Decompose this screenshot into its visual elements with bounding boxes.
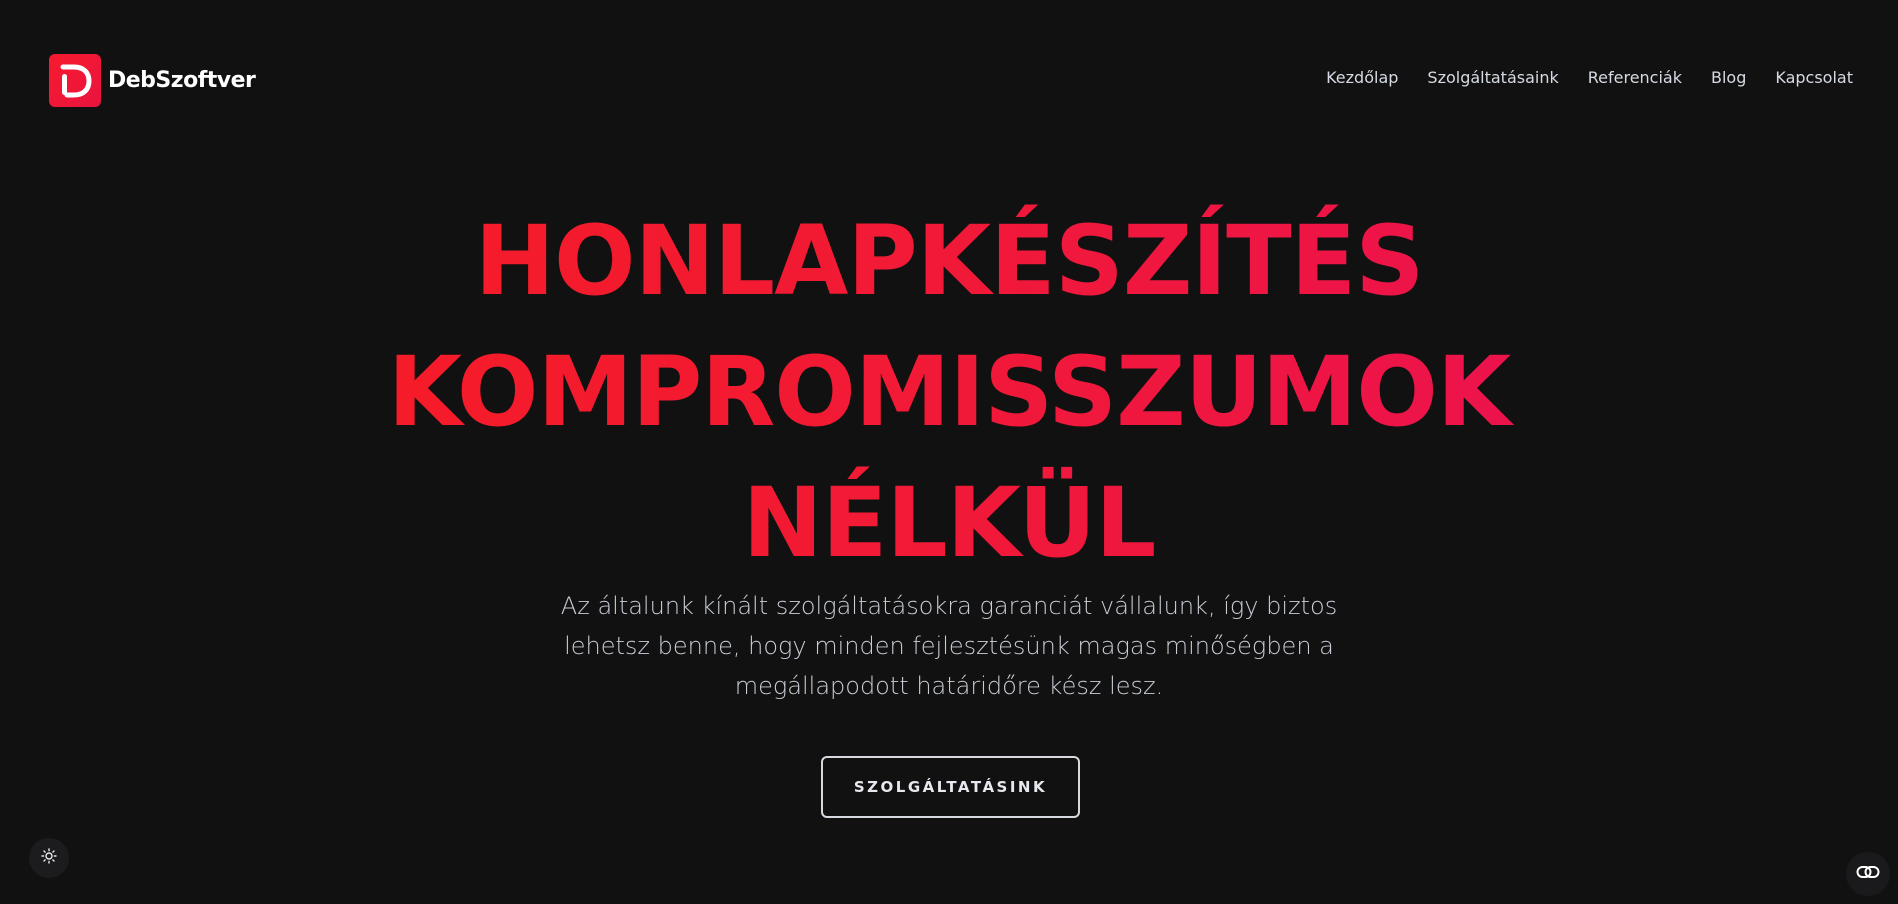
services-cta-button[interactable]: SZOLGÁLTATÁSINK	[821, 756, 1080, 818]
hero-title-line-2: KOMPROMISSZUMOK	[0, 327, 1898, 458]
sun-icon	[41, 847, 57, 869]
brand-name: DebSzoftver	[108, 68, 256, 93]
hero-title-line-1: HONLAPKÉSZÍTÉS	[0, 196, 1898, 327]
site-header: DebSzoftver Kezdőlap Szolgáltatásaink Re…	[0, 0, 1898, 160]
nav-item-referenciak[interactable]: Referenciák	[1588, 68, 1682, 87]
main-nav: Kezdőlap Szolgáltatásaink Referenciák Bl…	[1326, 68, 1853, 87]
theme-toggle-button[interactable]	[29, 838, 69, 878]
nav-item-kezdolap[interactable]: Kezdőlap	[1326, 68, 1398, 87]
site-logo[interactable]: DebSzoftver	[49, 54, 256, 107]
link-icon	[1856, 865, 1880, 884]
d-letter-logo-icon	[49, 54, 101, 107]
nav-item-szolgaltatasaink[interactable]: Szolgáltatásaink	[1427, 68, 1558, 87]
nav-item-kapcsolat[interactable]: Kapcsolat	[1775, 68, 1853, 87]
page: DebSzoftver Kezdőlap Szolgáltatásaink Re…	[0, 0, 1898, 904]
hero-title-line-3: NÉLKÜL	[0, 458, 1898, 589]
nav-item-blog[interactable]: Blog	[1711, 68, 1746, 87]
link-widget-button[interactable]	[1846, 852, 1890, 896]
hero-title: HONLAPKÉSZÍTÉS KOMPROMISSZUMOK NÉLKÜL	[0, 196, 1898, 589]
hero-subtitle: Az általunk kínált szolgáltatásokra gara…	[560, 592, 1338, 700]
